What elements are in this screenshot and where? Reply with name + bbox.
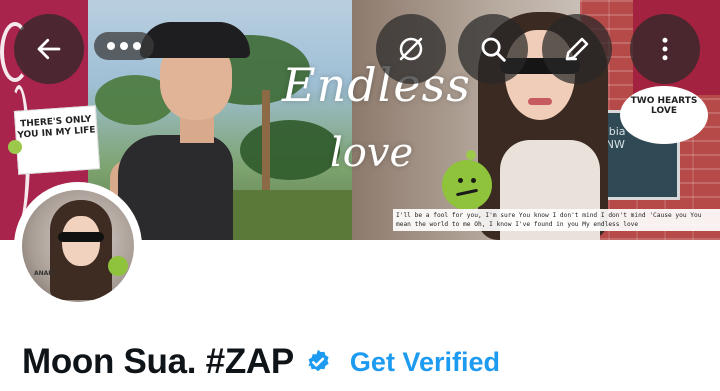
banner-title-line2: love (330, 130, 414, 176)
edit-profile-button[interactable] (542, 14, 612, 84)
banner-dots-decoration (94, 32, 154, 60)
green-dot (466, 150, 476, 160)
person-right-lips (528, 98, 552, 105)
sticker-note-right: TWO HEARTS LOVE (620, 86, 708, 144)
smiley-sticker-icon (442, 160, 492, 210)
avatar-tag: ANAIS (34, 270, 55, 277)
back-button[interactable] (14, 14, 84, 84)
avatar-sunglasses (58, 232, 104, 242)
lyric-caption: I'll be a fool for you, I'm sure You kno… (393, 209, 720, 231)
display-name: Moon Sua. #ZAP (22, 342, 294, 381)
pencil-icon (565, 37, 589, 61)
verified-badge-icon[interactable] (304, 348, 332, 376)
banner-title-line1: Endless (282, 58, 471, 112)
person-left-cap (140, 22, 250, 58)
avatar-smiley-icon (108, 256, 128, 276)
get-verified-link[interactable]: Get Verified (350, 347, 500, 378)
more-options-button[interactable] (630, 14, 700, 84)
search-button[interactable] (458, 14, 528, 84)
palm-leaves (240, 120, 340, 180)
avatar[interactable]: ANAIS (22, 190, 134, 302)
more-vertical-icon (662, 37, 668, 61)
sticker-note-left: THERE'S ONLY YOU IN MY LIFE (13, 105, 101, 175)
profile-name-row: Moon Sua. #ZAP Get Verified (22, 340, 500, 384)
notifications-toggle-button[interactable] (376, 14, 446, 84)
search-icon (481, 37, 506, 62)
back-arrow-icon (37, 38, 61, 60)
green-dot (8, 140, 22, 154)
bell-off-icon (399, 37, 423, 61)
